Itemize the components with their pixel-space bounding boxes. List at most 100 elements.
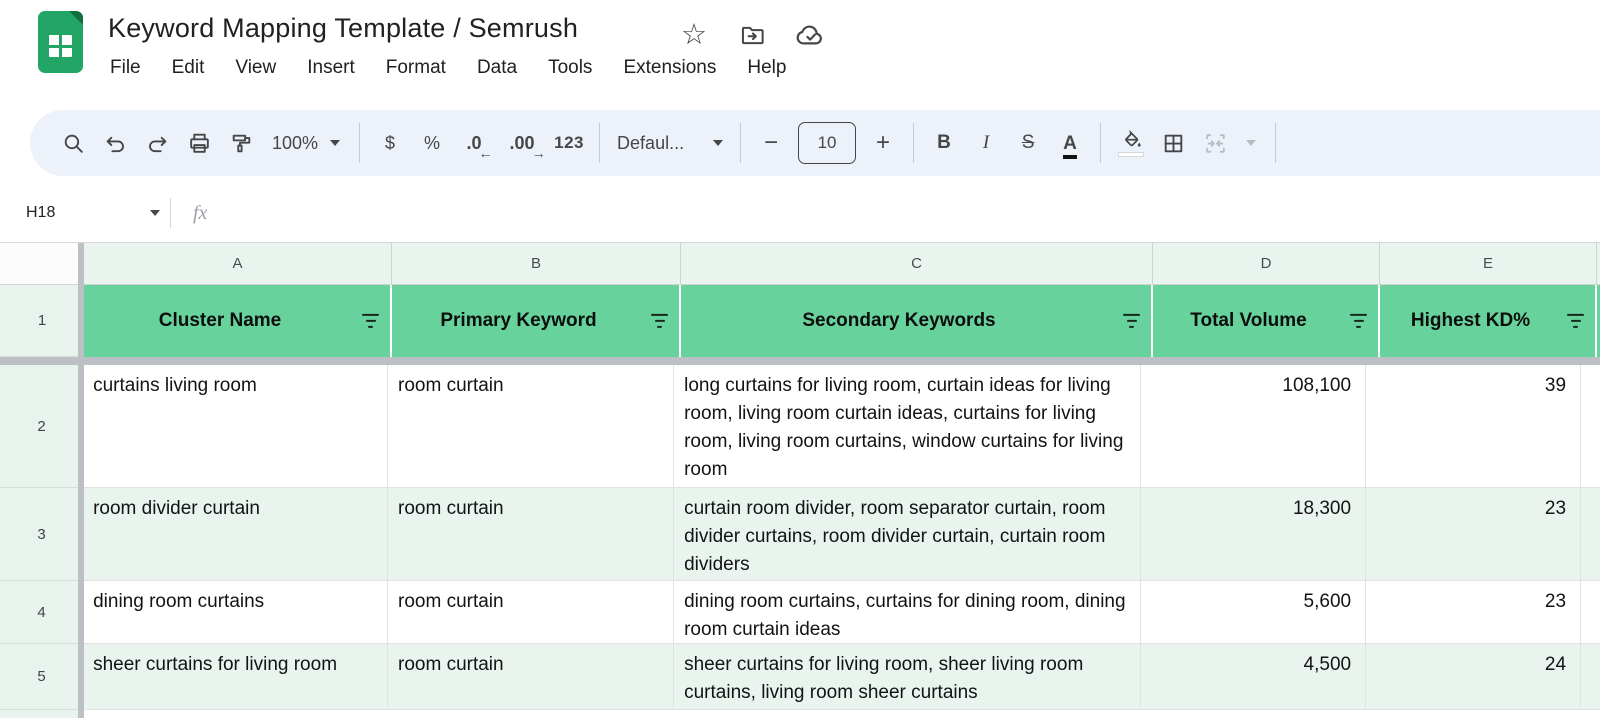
zoom-selector[interactable]: 100% [262, 133, 350, 154]
search-button[interactable] [55, 123, 91, 163]
more-formats-button[interactable]: 123 [551, 123, 587, 163]
logo-fold [69, 11, 83, 25]
header-cell-primary-keyword[interactable]: Primary Keyword [392, 285, 681, 357]
column-header-c[interactable]: C [681, 243, 1153, 285]
menu-help[interactable]: Help [747, 57, 786, 79]
header-cell-highest-kd[interactable]: Highest KD% [1380, 285, 1597, 357]
cell-a2[interactable]: curtains living room [83, 365, 388, 488]
cell-a3[interactable]: room divider curtain [83, 488, 388, 581]
print-button[interactable] [181, 123, 217, 163]
bold-button[interactable]: B [926, 123, 962, 163]
cell-d5[interactable]: 4,500 [1141, 644, 1366, 710]
move-to-folder-button[interactable] [734, 17, 770, 53]
zoom-value: 100% [272, 133, 318, 154]
filter-icon[interactable] [651, 314, 668, 328]
column-header-d[interactable]: D [1153, 243, 1380, 285]
fill-color-button[interactable] [1113, 123, 1149, 163]
header-cell-total-volume[interactable]: Total Volume [1153, 285, 1380, 357]
decrease-decimal-button[interactable]: .0← [456, 123, 492, 163]
menu-edit[interactable]: Edit [172, 57, 205, 79]
row-number-1[interactable]: 1 [0, 285, 84, 357]
increase-decimal-button[interactable]: .00→ [504, 123, 540, 163]
cell-b5[interactable]: room curtain [388, 644, 674, 710]
chevron-down-icon [713, 140, 723, 146]
format-percent-button[interactable]: % [414, 123, 450, 163]
cell-d4[interactable]: 5,600 [1141, 581, 1366, 644]
star-button[interactable]: ☆ [676, 17, 712, 53]
header-cell-cluster-name[interactable]: Cluster Name [84, 285, 392, 357]
filter-icon[interactable] [1567, 314, 1584, 328]
cell-b2[interactable]: room curtain [388, 365, 674, 488]
cell-e5[interactable]: 24 [1366, 644, 1581, 710]
increase-font-size-button[interactable]: + [865, 123, 901, 163]
menu-extensions[interactable]: Extensions [623, 57, 716, 79]
fill-color-bar [1118, 152, 1144, 157]
cell-c4[interactable]: dining room curtains, curtains for dinin… [674, 581, 1141, 644]
frozen-column-bar[interactable] [78, 243, 84, 718]
merge-cells-button[interactable] [1197, 123, 1233, 163]
frozen-row-bar[interactable] [0, 357, 1600, 365]
undo-button[interactable] [97, 123, 133, 163]
filter-icon[interactable] [1350, 314, 1367, 328]
sheets-logo-icon[interactable] [38, 11, 83, 73]
cell-f4[interactable] [1581, 581, 1600, 644]
menu-data[interactable]: Data [477, 57, 517, 79]
borders-button[interactable] [1155, 123, 1191, 163]
undo-icon [103, 131, 128, 156]
italic-button[interactable]: I [968, 123, 1004, 163]
cloud-saved-button[interactable] [792, 17, 828, 53]
formula-input[interactable] [207, 184, 1600, 242]
row-number-3[interactable]: 3 [0, 488, 83, 581]
font-size-input[interactable]: 10 [798, 122, 856, 164]
menu-tools[interactable]: Tools [548, 57, 592, 79]
merge-cells-dropdown[interactable] [1239, 123, 1263, 163]
column-header-b[interactable]: B [392, 243, 681, 285]
header-cell-secondary-keywords[interactable]: Secondary Keywords [681, 285, 1153, 357]
paint-format-button[interactable] [223, 123, 259, 163]
row-6-cells[interactable] [84, 710, 1600, 718]
row-number-5[interactable]: 5 [0, 644, 83, 710]
decrease-font-size-button[interactable]: − [753, 123, 789, 163]
cell-d2[interactable]: 108,100 [1141, 365, 1366, 488]
font-family-selector[interactable]: Defaul... [609, 133, 731, 154]
text-color-button[interactable]: A [1052, 123, 1088, 163]
select-all-corner[interactable] [0, 243, 84, 285]
logo-grid [49, 35, 72, 57]
cell-e2[interactable]: 39 [1366, 365, 1581, 488]
cell-f2[interactable] [1581, 365, 1600, 488]
menu-format[interactable]: Format [386, 57, 446, 79]
chevron-down-icon [1246, 140, 1256, 146]
name-box[interactable]: H18 [0, 204, 160, 222]
search-icon [61, 131, 86, 156]
cell-c5[interactable]: sheer curtains for living room, sheer li… [674, 644, 1141, 710]
menu-file[interactable]: File [110, 57, 141, 79]
cell-e4[interactable]: 23 [1366, 581, 1581, 644]
google-sheets-app: { "titlebar": { "title": "Keyword Mappin… [0, 0, 1600, 718]
merge-cells-icon [1203, 131, 1228, 156]
redo-button[interactable] [139, 123, 175, 163]
column-header-e[interactable]: E [1380, 243, 1597, 285]
spreadsheet-grid: A B C D E 1 Cluster Name Primary Keyword… [0, 242, 1600, 718]
filter-icon[interactable] [1123, 314, 1140, 328]
row-number-4[interactable]: 4 [0, 581, 83, 644]
menu-insert[interactable]: Insert [307, 57, 355, 79]
column-header-a[interactable]: A [84, 243, 392, 285]
document-title[interactable]: Keyword Mapping Template / Semrush [108, 13, 578, 44]
toolbar-pill: 100% $ % .0← .00→ 123 Defaul... − 10 [30, 110, 1600, 176]
cell-b3[interactable]: room curtain [388, 488, 674, 581]
row-number-6[interactable] [0, 710, 84, 718]
row-number-2[interactable]: 2 [0, 365, 83, 488]
cell-f3[interactable] [1581, 488, 1600, 581]
cell-d3[interactable]: 18,300 [1141, 488, 1366, 581]
menu-view[interactable]: View [235, 57, 276, 79]
cell-c2[interactable]: long curtains for living room, curtain i… [674, 365, 1141, 488]
filter-icon[interactable] [362, 314, 379, 328]
cell-b4[interactable]: room curtain [388, 581, 674, 644]
cell-a4[interactable]: dining room curtains [83, 581, 388, 644]
format-currency-button[interactable]: $ [372, 123, 408, 163]
cell-f5[interactable] [1581, 644, 1600, 710]
cell-e3[interactable]: 23 [1366, 488, 1581, 581]
cell-a5[interactable]: sheer curtains for living room [83, 644, 388, 710]
cell-c3[interactable]: curtain room divider, room separator cur… [674, 488, 1141, 581]
strikethrough-button[interactable]: S [1010, 123, 1046, 163]
